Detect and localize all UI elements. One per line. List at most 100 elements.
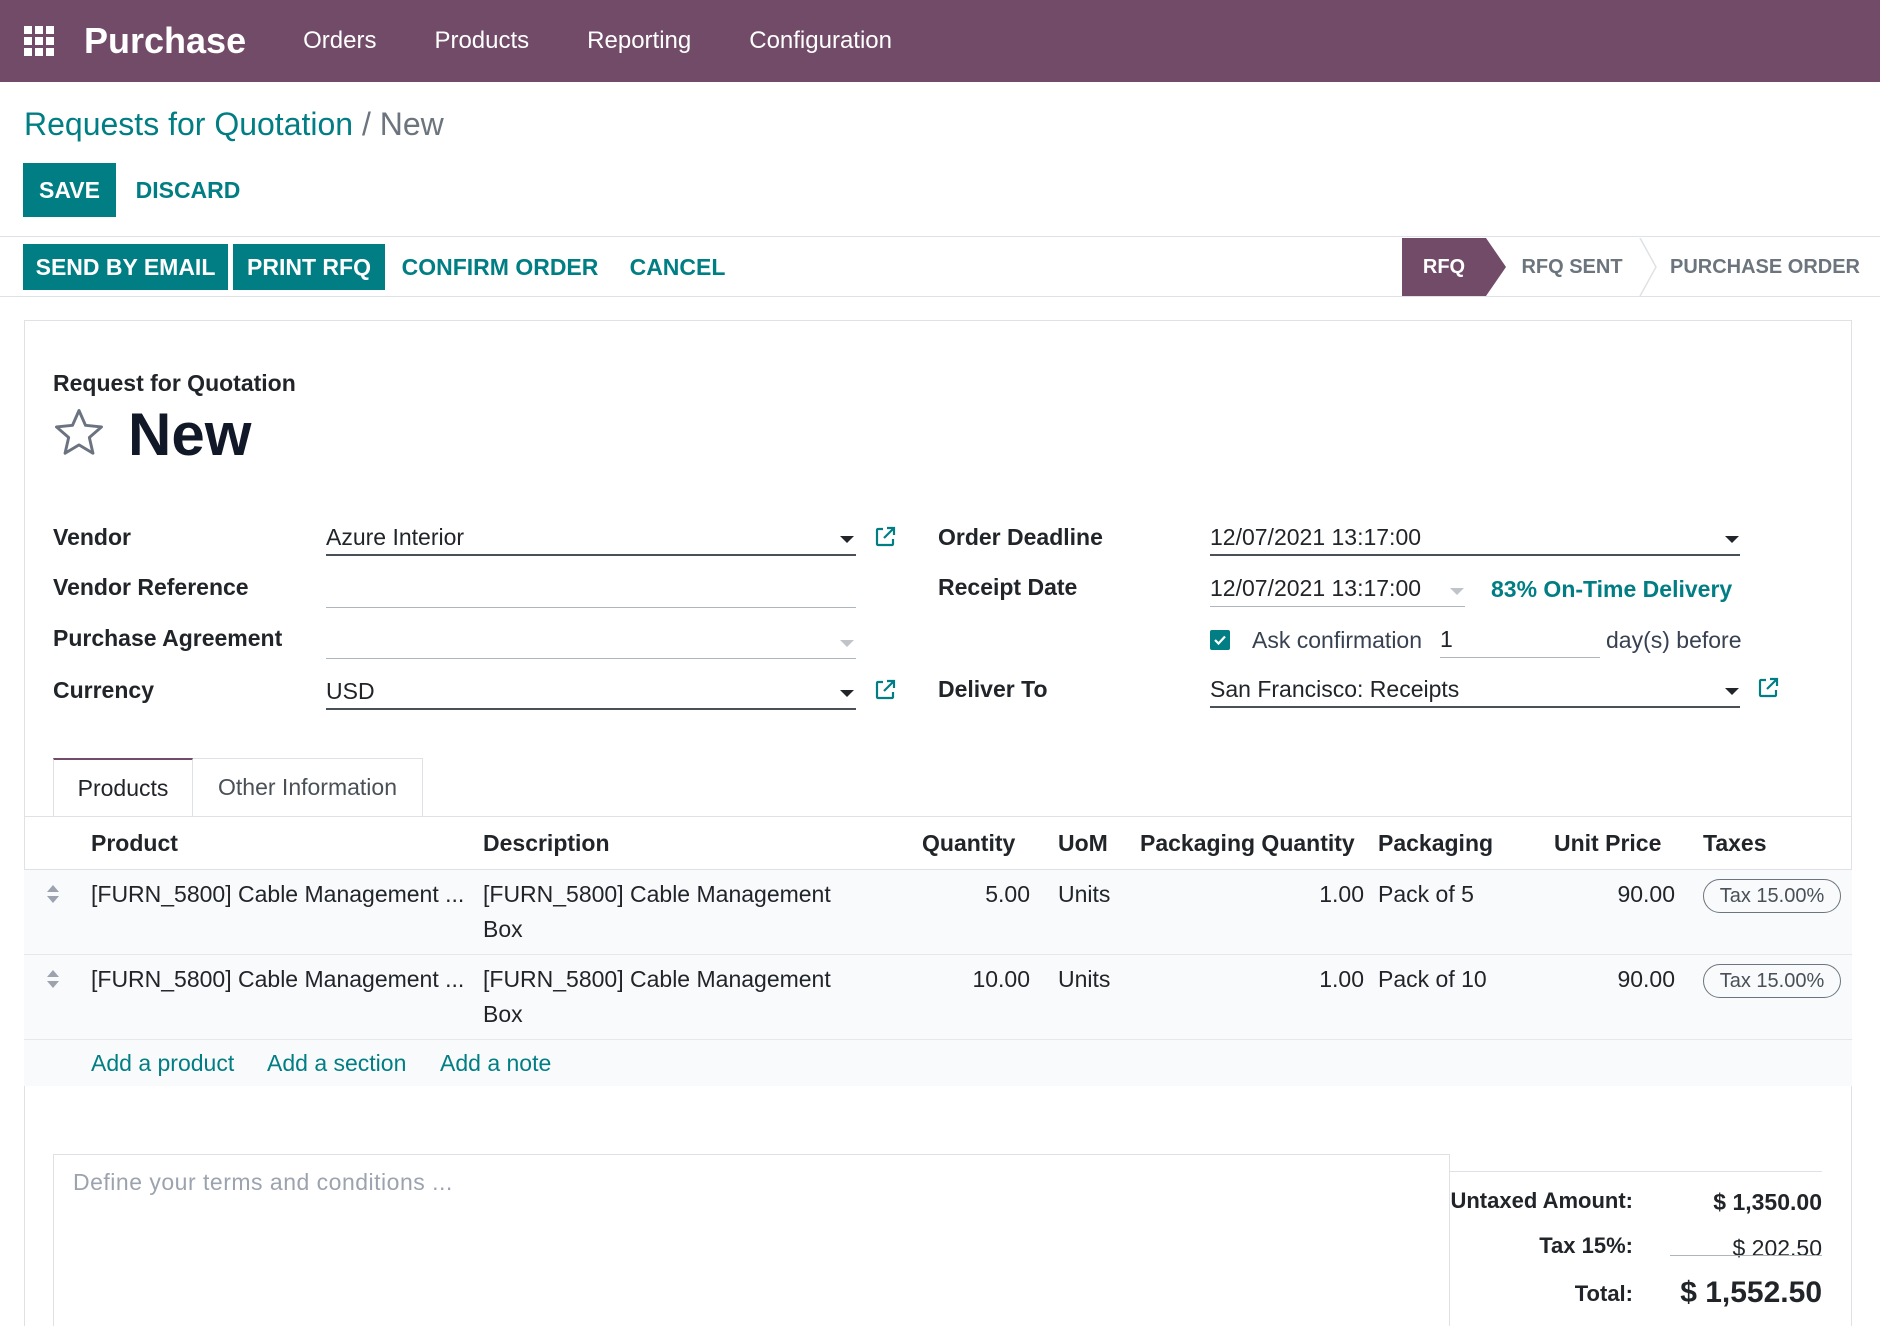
save-button[interactable]: SAVE [23, 163, 116, 217]
row-packaging[interactable]: Pack of 5 [1378, 877, 1474, 912]
column-packaging[interactable]: Packaging [1378, 830, 1493, 857]
vendor-field[interactable]: Azure Interior [326, 522, 856, 556]
add-product-link[interactable]: Add a product [91, 1050, 234, 1077]
confirm-order-button[interactable]: CONFIRM ORDER [400, 244, 600, 290]
ask-days-value: 1 [1440, 626, 1453, 652]
tax-value: $ 202.50 [1732, 1235, 1822, 1261]
tab-other-information[interactable]: Other Information [193, 758, 423, 817]
status-separator [1639, 238, 1657, 296]
breadcrumb: Requests for Quotation / New [24, 106, 444, 143]
vendor-label: Vendor [53, 524, 131, 550]
column-taxes[interactable]: Taxes [1703, 830, 1767, 857]
status-purchase-order[interactable]: PURCHASE ORDER [1660, 238, 1870, 296]
order-deadline-value: 12/07/2021 13:17:00 [1210, 524, 1422, 550]
app-grid-icon[interactable] [24, 26, 54, 56]
terms-conditions-input[interactable]: Define your terms and conditions ... [53, 1154, 1450, 1326]
send-by-email-button[interactable]: SEND BY EMAIL [23, 244, 228, 290]
divider [0, 296, 1880, 297]
tax-label: Tax 15%: [1539, 1233, 1633, 1258]
external-link-icon[interactable] [873, 678, 897, 702]
status-rfq[interactable]: RFQ [1402, 238, 1486, 296]
menu-orders[interactable]: Orders [303, 27, 376, 55]
row-description[interactable]: [FURN_5800] Cable Management [483, 877, 831, 912]
tax-badge[interactable]: Tax 15.00% [1703, 964, 1841, 998]
row-quantity[interactable]: 5.00 [930, 877, 1030, 912]
purchase-agreement-label: Purchase Agreement [53, 625, 283, 651]
check-icon [1214, 635, 1226, 646]
row-packaging[interactable]: Pack of 10 [1378, 962, 1487, 997]
untaxed-amount-label: Untaxed Amount: [1450, 1188, 1633, 1213]
column-uom[interactable]: UoM [1058, 830, 1108, 857]
row-description[interactable]: [FURN_5800] Cable Management [483, 962, 831, 997]
column-product[interactable]: Product [91, 830, 178, 857]
breadcrumb-current: New [379, 106, 444, 142]
untaxed-amount-value: $ 1,350.00 [1713, 1189, 1822, 1215]
cancel-button[interactable]: CANCEL [620, 244, 735, 290]
menu-products[interactable]: Products [434, 27, 529, 55]
external-link-icon[interactable] [1756, 676, 1780, 700]
receipt-date-label: Receipt Date [938, 574, 1078, 600]
chevron-down-icon[interactable] [1725, 688, 1739, 695]
menu-reporting[interactable]: Reporting [587, 27, 691, 55]
chevron-down-icon[interactable] [840, 640, 854, 647]
vendor-value: Azure Interior [326, 524, 465, 550]
tax-badge[interactable]: Tax 15.00% [1703, 879, 1841, 913]
status-rfq-sent[interactable]: RFQ SENT [1508, 238, 1636, 296]
deliver-to-value: San Francisco: Receipts [1210, 676, 1460, 702]
currency-value: USD [326, 678, 375, 704]
print-rfq-button[interactable]: PRINT RFQ [233, 244, 385, 290]
divider [0, 236, 1880, 237]
column-quantity[interactable]: Quantity [922, 830, 1015, 857]
currency-field[interactable]: USD [326, 676, 856, 710]
currency-label: Currency [53, 677, 154, 703]
total-divider [1670, 1255, 1822, 1256]
add-section-link[interactable]: Add a section [267, 1050, 406, 1077]
row-quantity[interactable]: 10.00 [930, 962, 1030, 997]
receipt-date-field[interactable]: 12/07/2021 13:17:00 [1210, 573, 1465, 607]
drag-handle-icon[interactable] [46, 969, 60, 989]
vendor-reference-field[interactable] [326, 574, 856, 608]
column-packaging-quantity[interactable]: Packaging Quantity [1140, 830, 1355, 857]
row-product[interactable]: [FURN_5800] Cable Management ... [91, 962, 464, 997]
breadcrumb-parent[interactable]: Requests for Quotation [24, 106, 353, 142]
tab-products[interactable]: Products [53, 758, 193, 817]
chevron-down-icon[interactable] [1725, 536, 1739, 543]
add-note-link[interactable]: Add a note [440, 1050, 551, 1077]
row-unit-price[interactable]: 90.00 [1540, 962, 1675, 997]
total-label: Total: [1574, 1281, 1633, 1306]
breadcrumb-separator: / [361, 106, 371, 142]
chevron-down-icon[interactable] [840, 536, 854, 543]
on-time-delivery-link[interactable]: 83% On-Time Delivery [1491, 576, 1732, 603]
record-title: New [128, 401, 252, 468]
deliver-to-field[interactable]: San Francisco: Receipts [1210, 674, 1740, 708]
order-deadline-label: Order Deadline [938, 524, 1103, 550]
row-uom[interactable]: Units [1058, 962, 1110, 997]
row-packaging-qty[interactable]: 1.00 [1230, 877, 1364, 912]
column-unit-price[interactable]: Unit Price [1554, 830, 1661, 857]
row-packaging-qty[interactable]: 1.00 [1230, 962, 1364, 997]
discard-button[interactable]: DISCARD [128, 163, 248, 217]
drag-handle-icon[interactable] [46, 884, 60, 904]
column-description[interactable]: Description [483, 830, 610, 857]
receipt-date-value: 12/07/2021 13:17:00 [1210, 575, 1422, 601]
deliver-to-label: Deliver To [938, 676, 1048, 702]
purchase-agreement-field[interactable] [326, 625, 856, 659]
totals-divider [1450, 1171, 1822, 1172]
total-value: $ 1,552.50 [1680, 1276, 1822, 1309]
app-name[interactable]: Purchase [84, 20, 246, 62]
chevron-down-icon[interactable] [1450, 588, 1464, 595]
form-subtitle: Request for Quotation [53, 370, 296, 396]
row-uom[interactable]: Units [1058, 877, 1110, 912]
ask-days-field[interactable]: 1 [1440, 624, 1600, 658]
row-unit-price[interactable]: 90.00 [1540, 877, 1675, 912]
star-icon[interactable] [52, 406, 106, 460]
chevron-down-icon[interactable] [840, 690, 854, 697]
row-description-cont[interactable]: Box [483, 997, 523, 1032]
order-deadline-field[interactable]: 12/07/2021 13:17:00 [1210, 522, 1740, 556]
row-product[interactable]: [FURN_5800] Cable Management ... [91, 877, 464, 912]
external-link-icon[interactable] [873, 525, 897, 549]
ask-confirmation-checkbox[interactable] [1210, 630, 1230, 650]
menu-configuration[interactable]: Configuration [749, 27, 892, 55]
row-description-cont[interactable]: Box [483, 912, 523, 947]
status-arrow [1486, 238, 1506, 296]
